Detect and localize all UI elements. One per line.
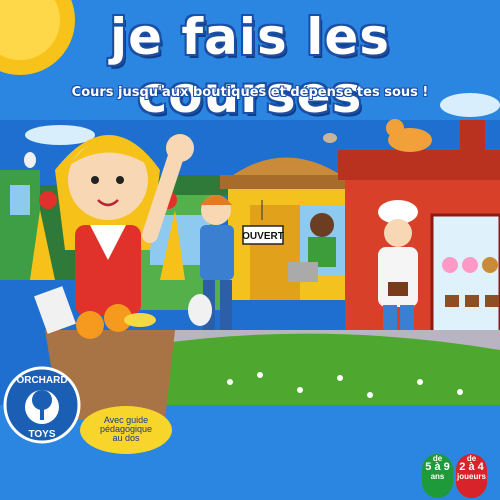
mouse-icon bbox=[323, 133, 337, 143]
players-badge-range: 2 à 4 bbox=[459, 461, 484, 473]
players-badge: de 2 à 4 joueurs bbox=[456, 454, 487, 498]
age-badge: de 5 à 9 ans bbox=[422, 454, 453, 498]
cash-register-icon bbox=[288, 262, 318, 282]
game-subtitle: Cours jusqu'aux boutiques et dépense tes… bbox=[71, 85, 429, 100]
bakery-window bbox=[430, 213, 500, 347]
orchard-toys-logo: ORCHARD TOYS bbox=[3, 366, 81, 444]
grass-lawn bbox=[150, 333, 500, 415]
players-badge-line: joueurs bbox=[457, 472, 486, 481]
logo-top-text: ORCHARD bbox=[16, 375, 67, 386]
bird-icon bbox=[24, 152, 36, 168]
age-badge-range: 5 à 9 bbox=[425, 461, 450, 473]
game-title: je fais les courses bbox=[109, 8, 391, 124]
logo-bottom-text: TOYS bbox=[28, 429, 55, 440]
age-badge-line: ans bbox=[430, 472, 445, 481]
guide-note-line: au dos bbox=[112, 433, 140, 443]
guide-note: Avec guide pédagogique au dos bbox=[82, 416, 170, 443]
game-box-cover: OUVERT ORCHARD TOYS je fais les courses … bbox=[0, 0, 500, 500]
open-sign-text: OUVERT bbox=[242, 231, 284, 242]
